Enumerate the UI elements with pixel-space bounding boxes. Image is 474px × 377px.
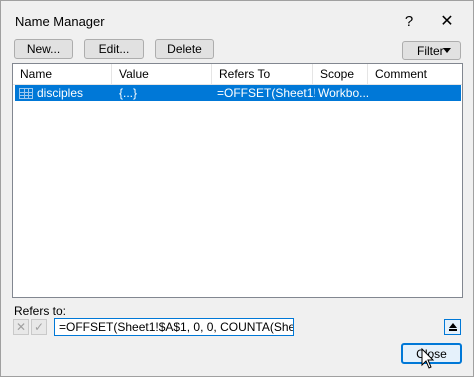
row-name: disciples [37,86,84,100]
window-title: Name Manager [15,14,105,29]
new-button[interactable]: New... [14,39,73,59]
column-header-name[interactable]: Name [13,64,112,84]
delete-button-label: Delete [167,42,202,56]
names-list[interactable]: Name Value Refers To Scope Comment disci… [12,63,463,298]
column-header-scope[interactable]: Scope [313,64,368,84]
mouse-cursor-icon [421,348,435,369]
refers-to-input[interactable]: =OFFSET(Sheet1!$A$1, 0, 0, COUNTA(Sheet1… [54,318,294,336]
chevron-down-icon [443,48,451,53]
delete-button[interactable]: Delete [155,39,214,59]
arrow-up-icon [449,323,457,328]
name-manager-dialog: Name Manager ? ✕ New... Edit... Delete F… [0,0,474,377]
filter-button[interactable]: Filter [402,41,461,60]
column-header-value[interactable]: Value [112,64,212,84]
row-value: {...} [119,86,138,100]
row-refers-to: =OFFSET(Sheet1!$... [217,86,315,100]
edit-button-label: Edit... [98,42,130,56]
refers-to-label: Refers to: [14,304,67,318]
collapse-dialog-button[interactable] [444,319,461,335]
edit-button[interactable]: Edit... [84,39,144,59]
column-header-comment[interactable]: Comment [368,64,462,84]
collapse-bar-icon [449,329,457,331]
list-header: Name Value Refers To Scope Comment [13,64,462,85]
column-header-refers-to[interactable]: Refers To [212,64,313,84]
filter-button-label: Filter [417,43,444,58]
row-comment [373,85,459,101]
named-range-icon [19,88,33,99]
close-window-icon[interactable]: ✕ [427,1,467,41]
confirm-edit-icon[interactable]: ✓ [31,319,47,335]
new-button-label: New... [26,42,61,56]
row-scope: Workbo... [318,86,370,100]
list-item[interactable]: disciples {...} =OFFSET(Sheet1!$... Work… [15,85,461,101]
title-bar: Name Manager ? ✕ [1,1,473,41]
help-button[interactable]: ? [389,1,429,41]
cancel-edit-icon[interactable]: ✕ [13,319,29,335]
